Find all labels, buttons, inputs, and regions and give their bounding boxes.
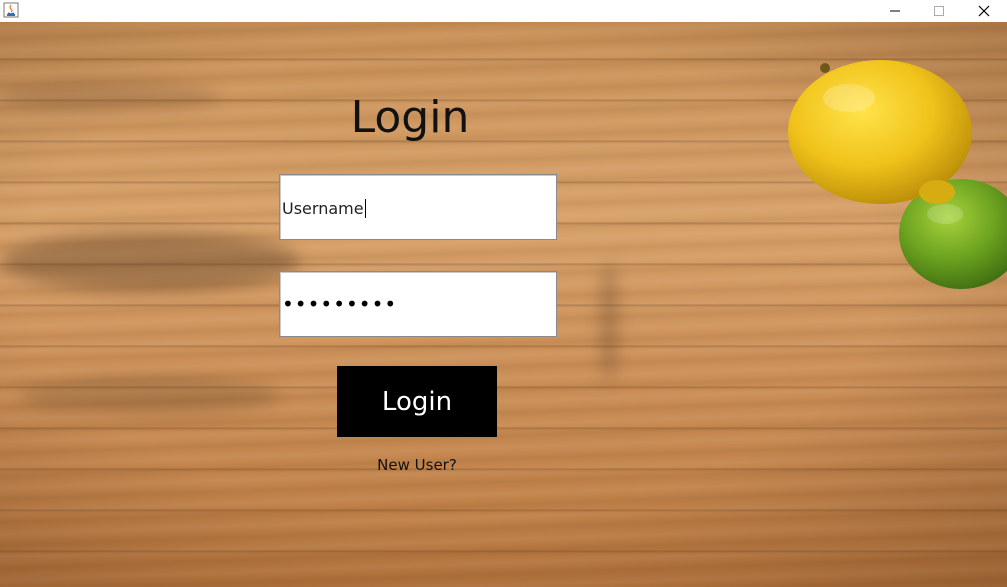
- minimize-icon: [890, 10, 900, 12]
- new-user-link[interactable]: New User?: [337, 456, 497, 474]
- password-field[interactable]: •••••••••: [279, 271, 557, 337]
- username-text: Username: [282, 199, 366, 218]
- java-app-icon: [3, 2, 19, 18]
- minimize-button[interactable]: [873, 0, 917, 22]
- maximize-icon: [934, 6, 944, 16]
- password-masked-text: •••••••••: [282, 292, 398, 316]
- login-button[interactable]: Login: [337, 366, 497, 437]
- close-icon: [978, 5, 990, 17]
- username-field[interactable]: Username: [279, 174, 557, 240]
- login-title: Login: [350, 92, 470, 143]
- text-caret: [364, 199, 366, 218]
- close-button[interactable]: [962, 0, 1006, 22]
- maximize-button[interactable]: [917, 0, 961, 22]
- window-titlebar: [0, 0, 1007, 22]
